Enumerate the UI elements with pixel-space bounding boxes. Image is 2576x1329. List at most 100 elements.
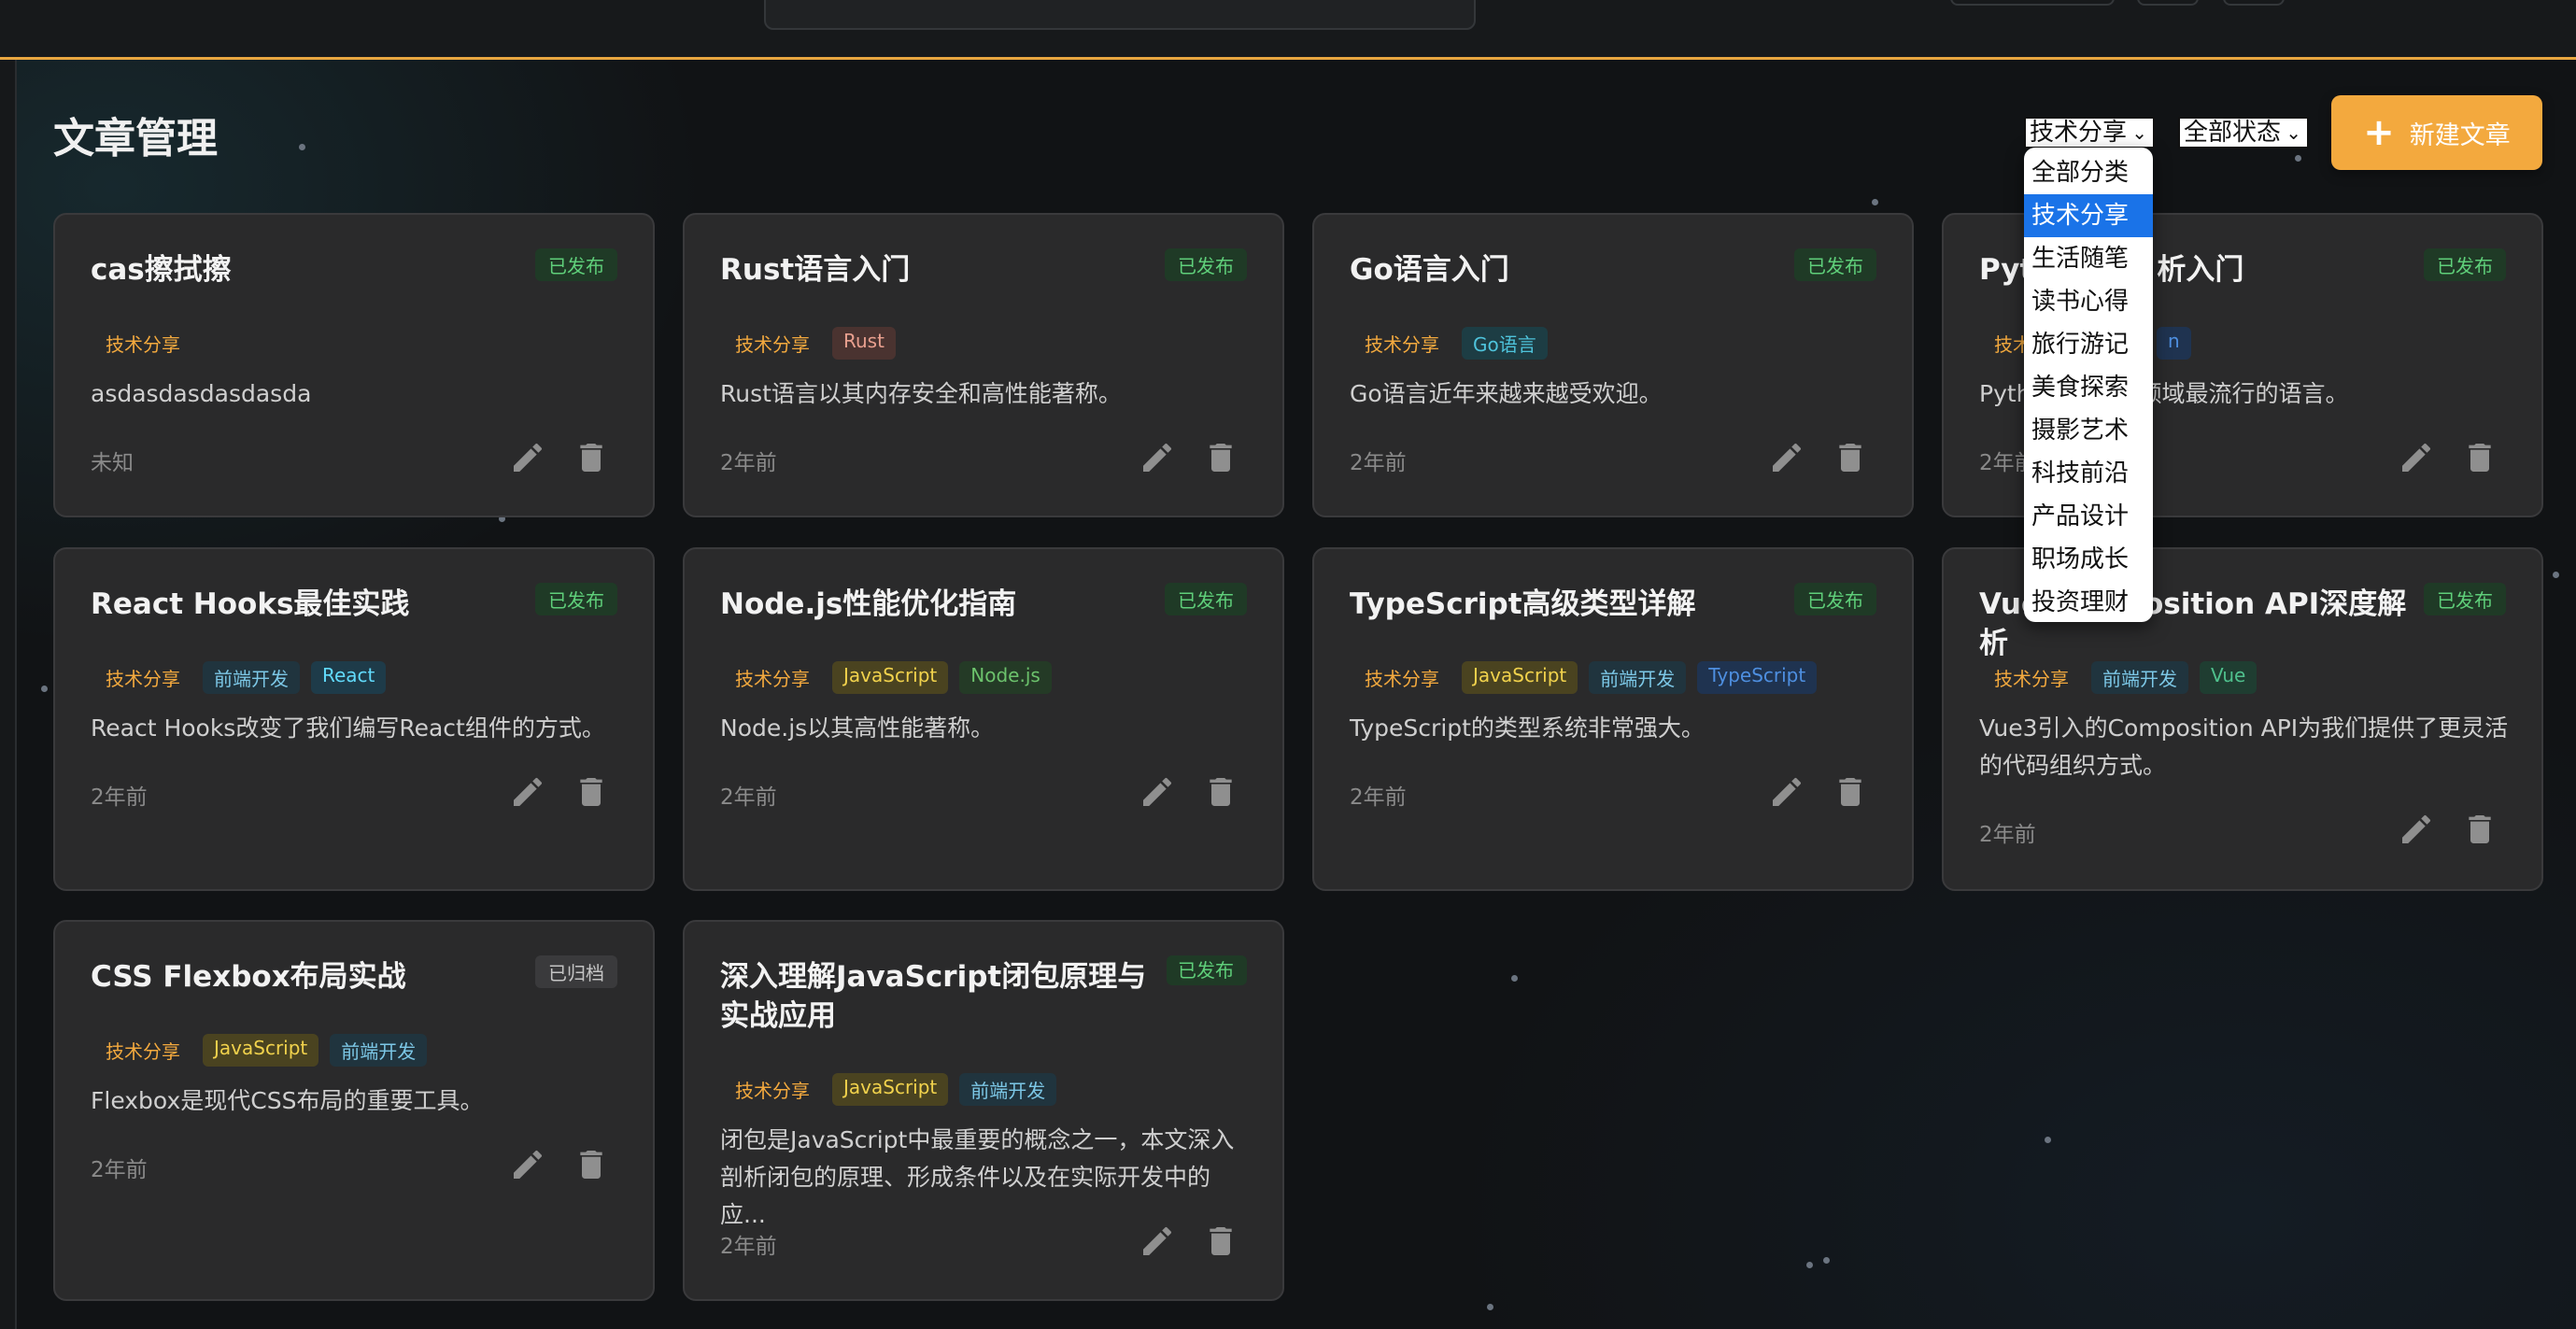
dropdown-option[interactable]: 美食探索 (2024, 366, 2153, 409)
article-summary-text: asdasdasdasdasda (91, 380, 312, 407)
trash-icon[interactable] (573, 773, 610, 811)
article-time: 2年前 (720, 451, 777, 475)
dropdown-option[interactable]: 旅行游记 (2024, 323, 2153, 366)
article-title[interactable]: Go语言入门 (1350, 250, 1779, 290)
dropdown-option[interactable]: 投资理财 (2024, 581, 2153, 622)
article-title[interactable]: cas擦拭擦 (91, 250, 520, 290)
search-bar[interactable] (764, 0, 1476, 30)
article-summary-text: React Hooks改变了我们编写React组件的方式。 (91, 714, 605, 742)
article-card[interactable]: Rust语言入门 已发布 技术分享 Rust Rust语言以其内存安全和高性能著称。 2年… (683, 213, 1284, 517)
category-dropdown-list: 全部分类 技术分享 生活随笔 读书心得 旅行游记 美食探索 摄影艺术 科技前沿 产品设计 职场成长… (2024, 148, 2153, 622)
trash-icon[interactable] (2461, 439, 2498, 476)
article-title[interactable]: React Hooks最佳实践 (91, 585, 520, 624)
dropdown-option[interactable]: 读书心得 (2024, 280, 2153, 323)
article-time: 2年前 (720, 785, 777, 810)
article-summary: 闭包是JavaScript中最重要的概念之一，本文深入剖析闭包的原理、形成条件以… (720, 1122, 1253, 1234)
status-select[interactable]: 全部状态 ⌄ (2178, 117, 2309, 148)
pencil-icon[interactable] (1139, 439, 1176, 476)
dropdown-option[interactable]: 产品设计 (2024, 495, 2153, 538)
status-badge: 已发布 (1165, 248, 1247, 281)
article-card[interactable]: Go语言入门 已发布技术分享 Go语言 Go语言近年来越来越受欢迎。 2年前 (1312, 213, 1914, 517)
pencil-icon[interactable] (2398, 439, 2435, 476)
dropdown-option[interactable]: 技术分享 (2024, 194, 2153, 237)
article-time: 2年前 (91, 785, 148, 810)
article-title[interactable]: Node.js性能优化指南 (720, 585, 1150, 624)
article-summary-text: Go语言近年来越来越受欢迎。 (1350, 380, 1663, 407)
article-summary: React Hooks改变了我们编写React组件的方式。 (91, 710, 623, 747)
category-tag: 技术分享 (106, 333, 180, 356)
status-badge: 已归档 (535, 955, 617, 988)
pencil-icon[interactable] (2398, 811, 2435, 848)
article-title-end: 析入门 (2157, 253, 2244, 287)
pencil-icon[interactable] (509, 773, 546, 811)
article-summary-text: Flexbox是现代CSS布局的重要工具。 (91, 1087, 484, 1114)
navbar-icon-button[interactable] (2137, 0, 2199, 6)
article-title[interactable]: 深入理解JavaScript闭包原理与实战应用 (720, 957, 1150, 1036)
article-title[interactable]: Rust语言入门 (720, 250, 1150, 290)
status-select-value: 全部状态 (2184, 119, 2282, 147)
pencil-icon[interactable] (509, 439, 546, 476)
tag-list: 技术分享 前端开发 React (91, 661, 387, 694)
article-card[interactable]: CSS Flexbox布局实战 已归档 技术分享 JavaScript 前端开发 Flex… (53, 920, 655, 1301)
tech-tag: 前端开发 (2091, 661, 2188, 694)
dropdown-option[interactable]: 全部分类 (2024, 151, 2153, 194)
trash-icon[interactable] (1832, 439, 1869, 476)
tech-tag: JavaScript (203, 1034, 319, 1067)
pencil-icon[interactable] (1139, 1223, 1176, 1260)
tech-tag: JavaScript (832, 1073, 949, 1106)
status-badge: 已发布 (535, 248, 617, 281)
category-tag: 技术分享 (106, 668, 180, 690)
trash-icon[interactable] (1202, 1223, 1239, 1260)
article-time: 2年前 (720, 1235, 777, 1259)
trash-icon[interactable] (573, 1146, 610, 1183)
article-time: 2年前 (91, 1158, 148, 1182)
category-select[interactable]: 技术分享 ⌄ (2024, 117, 2155, 148)
article-title[interactable]: TypeScript高级类型详解 (1350, 585, 1779, 624)
status-badge: 已发布 (1165, 583, 1247, 615)
navbar-button[interactable] (1950, 0, 2115, 6)
category-tag: 技术分享 (106, 1040, 180, 1063)
article-summary-text: Rust语言以其内存安全和高性能著称。 (720, 380, 1122, 407)
article-summary: TypeScript的类型系统非常强大。 (1350, 710, 1882, 747)
article-summary-text: Vue3引入的Composition API为我们提供了更灵活的代码组织方式。 (1979, 714, 2509, 779)
pencil-icon[interactable] (1139, 773, 1176, 811)
tech-tag: JavaScript (832, 661, 949, 694)
status-badge: 已发布 (1794, 583, 1876, 615)
navbar-icon-button[interactable] (2223, 0, 2285, 6)
tech-tag: 前端开发 (203, 661, 300, 694)
article-summary: Vue3引入的Composition API为我们提供了更灵活的代码组织方式。 (1979, 710, 2512, 785)
article-card[interactable]: 深入理解JavaScript闭包原理与实战应用 已发布 技术分享 JavaScript… (683, 920, 1284, 1301)
dropdown-option[interactable]: 科技前沿 (2024, 452, 2153, 495)
trash-icon[interactable] (573, 439, 610, 476)
tech-tag: JavaScript (1462, 661, 1578, 694)
trash-icon[interactable] (1832, 773, 1869, 811)
dropdown-option[interactable]: 摄影艺术 (2024, 409, 2153, 452)
dropdown-option[interactable]: 生活随笔 (2024, 237, 2153, 280)
tag-list: 技术分享 (91, 327, 191, 360)
trash-icon[interactable] (2461, 811, 2498, 848)
article-title[interactable]: CSS Flexbox布局实战 (91, 957, 520, 997)
tag-list: 技术分享 前端开发 Vue (1979, 661, 2258, 694)
tech-tag: n (2157, 327, 2191, 360)
new-article-button[interactable]: + 新建文章 (2331, 95, 2542, 170)
trash-icon[interactable] (1202, 439, 1239, 476)
article-summary: Rust语言以其内存安全和高性能著称。 (720, 375, 1253, 413)
dropdown-option[interactable]: 职场成长 (2024, 538, 2153, 581)
tech-tag: Go语言 (1462, 327, 1548, 360)
pencil-icon[interactable] (1768, 439, 1805, 476)
category-tag: 技术分享 (1365, 333, 1439, 356)
article-card[interactable]: React Hooks最佳实践 已发布 技术分享 前端开发 React React Hoo… (53, 547, 655, 891)
article-card[interactable]: cas擦拭擦 已发布 技术分享 asdasdasdasdasda 未知 (53, 213, 655, 517)
article-card[interactable]: Node.js性能优化指南 已发布 技术分享 JavaScript Node.js Nod… (683, 547, 1284, 891)
article-card[interactable]: TypeScript高级类型详解 已发布 技术分享 JavaScript 前端开发 Typ… (1312, 547, 1914, 891)
chevron-down-icon: ⌄ (2131, 121, 2147, 144)
tech-tag: 前端开发 (959, 1073, 1057, 1106)
status-badge: 已发布 (535, 583, 617, 615)
pencil-icon[interactable] (509, 1146, 546, 1183)
status-badge: 已发布 (1794, 248, 1876, 281)
article-time: 2年前 (1350, 451, 1407, 475)
trash-icon[interactable] (1202, 773, 1239, 811)
category-tag: 技术分享 (735, 333, 810, 356)
tag-list: 技术分享 JavaScript 前端开发 (91, 1034, 428, 1067)
pencil-icon[interactable] (1768, 773, 1805, 811)
